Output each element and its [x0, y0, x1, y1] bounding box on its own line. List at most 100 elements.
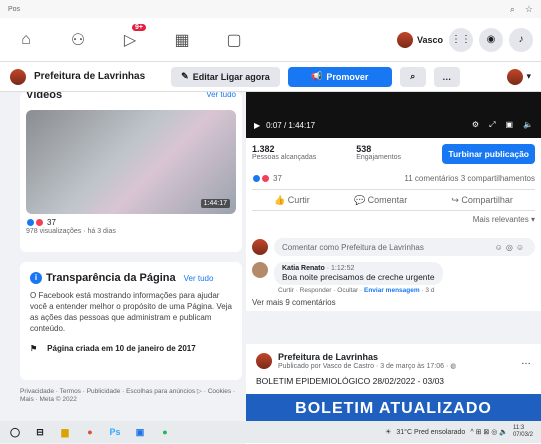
taskview-icon[interactable]: ⊟ — [33, 425, 47, 439]
post-avatar[interactable] — [256, 353, 272, 369]
marketplace-icon[interactable]: ▦ — [156, 18, 208, 62]
post-author[interactable]: Prefeitura de Lavrinhas — [278, 352, 456, 362]
commenter-avatar — [252, 239, 268, 255]
transparency-title: Transparência da Página — [46, 272, 176, 284]
comment-send-message[interactable]: Enviar mensagem — [364, 287, 420, 294]
reach-label: Pessoas alcançadas — [252, 154, 317, 161]
video-player[interactable]: ▶ 0:07 / 1:44:17 ⚙ ⤢ ▣ 🔈 — [246, 92, 541, 138]
engagement-number: 538 — [356, 144, 372, 154]
thumbs-up-icon: 👍 — [274, 194, 288, 205]
pencil-icon: ✎ — [181, 71, 189, 81]
user-name: Vasco — [416, 34, 443, 45]
comments-shares[interactable]: 11 comentários 3 compartilhamentos — [404, 174, 535, 183]
taskbar: ◯ ⊟ ▆ ● Ps ▣ ● ☀ 31°C Pred ensolarado ^ … — [0, 421, 541, 443]
avatar — [252, 262, 268, 278]
video-reactions: 37 — [47, 218, 56, 227]
globe-icon: ◍ — [450, 363, 457, 370]
videos-title: Vídeos — [26, 92, 63, 101]
home-icon[interactable]: ⌂ — [0, 18, 52, 62]
browser-bar: Pos ⌕ ☆ — [0, 0, 541, 18]
sort-relevance[interactable]: Mais relevantes ▾ — [252, 215, 535, 224]
video-duration: 1:44:17 — [200, 199, 230, 208]
transparency-card: i Transparência da Página Ver tudo O Faceb… — [20, 262, 242, 380]
ellipsis-icon: … — [442, 71, 452, 82]
transparency-body: O Facebook está mostrando informações pa… — [30, 291, 232, 333]
clock[interactable]: 11:3 07/03/2 — [513, 425, 533, 439]
app-icon[interactable]: ▣ — [133, 425, 147, 439]
notifications-icon[interactable]: ♪ — [509, 27, 533, 52]
video-thumbnail[interactable]: 1:44:17 — [26, 110, 236, 214]
post-banner[interactable]: BOLETIM ATUALIZADO — [246, 394, 541, 422]
comment-item: Katia Renato · 1:12:52 Boa noite precisa… — [252, 262, 535, 294]
chrome-icon[interactable]: ● — [83, 425, 97, 439]
messenger-icon[interactable]: ◉ — [479, 27, 503, 52]
post-meta: Publicado por Vasco de Castro · 3 de mar… — [278, 362, 456, 370]
search-button[interactable]: ⌕ — [399, 66, 426, 87]
switcher-avatar — [507, 68, 524, 85]
post-text: BOLETIM EPIDEMIOLÓGICO 28/02/2022 - 03/0… — [256, 376, 445, 386]
post-meta-text: Publicado por Vasco de Castro · 3 de mar… — [278, 363, 451, 370]
settings-icon[interactable]: ⚙ — [472, 120, 479, 130]
like-button[interactable]: 👍 Curtir — [274, 195, 310, 206]
groups-icon[interactable]: ▢ — [208, 18, 260, 62]
emoji-icons[interactable]: ☺◎☺ — [495, 243, 527, 252]
spotify-icon[interactable]: ● — [158, 425, 172, 439]
comment-hide[interactable]: Ocultar — [337, 287, 358, 294]
videos-card: Vídeos Ver tudo 1:44:17 37 978 visualizaç… — [20, 92, 242, 252]
play-icon[interactable]: ▶ — [254, 121, 260, 130]
chevron-down-icon: ▾ — [526, 71, 531, 81]
left-column: Vídeos Ver tudo 1:44:17 37 978 visualizaç… — [20, 92, 242, 403]
notification-badge: 9+ — [132, 23, 146, 31]
transparency-see-all[interactable]: Ver tudo — [184, 274, 214, 283]
explorer-icon[interactable]: ▆ — [58, 425, 72, 439]
top-nav: ⌂ ⚇ ▷ 9+ ▦ ▢ Vasco ⋮⋮ ◉ ♪ — [0, 18, 541, 62]
pip-icon[interactable]: ▣ — [505, 120, 513, 130]
page-avatar[interactable] — [10, 68, 26, 85]
tray-icons[interactable]: ^ ⊞ ⊠ ◎ 🔈 — [470, 428, 508, 436]
share-icon: ↪ — [451, 194, 462, 205]
more-button[interactable]: … — [433, 66, 460, 87]
video-icon[interactable]: ▷ 9+ — [104, 18, 156, 62]
video-views: 978 visualizações · há 3 dias — [26, 228, 116, 235]
engagement-label: Engajamentos — [356, 154, 401, 161]
reach-number: 1.382 — [252, 144, 275, 154]
comment-icon: 💬 — [353, 194, 368, 205]
comment-reply[interactable]: Responder — [300, 287, 332, 294]
weather-text[interactable]: 31°C Pred ensolarado — [396, 429, 465, 436]
comment-actions: Curtir · Responder · Ocultar · Enviar me… — [278, 287, 435, 294]
edit-button[interactable]: ✎ Editar Ligar agora — [171, 66, 280, 87]
reaction-icons — [252, 174, 270, 183]
info-icon: i — [30, 272, 42, 284]
fullscreen-icon[interactable]: ⤢ — [489, 120, 495, 130]
commenter-name[interactable]: Katia Renato — [282, 265, 325, 272]
zoom-icon[interactable]: ⌕ — [510, 4, 515, 15]
friends-icon[interactable]: ⚇ — [52, 18, 104, 62]
footer-links[interactable]: Privacidade · Termos · Publicidade · Esc… — [20, 388, 242, 404]
edit-label: Editar Ligar agora — [192, 71, 270, 82]
post-options-icon[interactable]: … — [521, 356, 531, 367]
videos-see-all[interactable]: Ver tudo — [206, 92, 236, 102]
video-time: 0:07 / 1:44:17 — [266, 121, 316, 130]
more-comments[interactable]: Ver mais 9 comentários — [252, 298, 535, 307]
comments-section: Comentar como Prefeitura de Lavrinhas ☺◎☺… — [246, 238, 541, 311]
boost-button[interactable]: Turbinar publicação — [442, 144, 535, 164]
page-switcher[interactable]: ▾ — [507, 68, 531, 85]
volume-icon[interactable]: 🔈 — [523, 120, 533, 130]
comment-input[interactable]: Comentar como Prefeitura de Lavrinhas ☺◎☺ — [274, 238, 535, 256]
promote-button[interactable]: 📢 Promover — [287, 66, 392, 87]
page-bar: Prefeitura de Lavrinhas ✎ Editar Ligar ag… — [0, 62, 541, 92]
comment-like[interactable]: Curtir — [278, 287, 294, 294]
menu-grid-icon[interactable]: ⋮⋮ — [449, 27, 473, 52]
comment-button[interactable]: 💬 Comentar — [354, 195, 407, 206]
like-label: Curtir — [287, 194, 310, 205]
flag-icon: ⚑ — [30, 344, 38, 353]
share-button[interactable]: ↪ Compartilhar — [451, 195, 513, 206]
start-icon[interactable]: ◯ — [8, 425, 22, 439]
user-profile[interactable]: Vasco — [396, 31, 443, 48]
post-reactions[interactable]: 37 — [273, 174, 282, 183]
search-icon: ⌕ — [410, 71, 416, 81]
page-name[interactable]: Prefeitura de Lavrinhas — [34, 71, 145, 82]
tab-text: Pos — [8, 5, 21, 13]
photoshop-icon[interactable]: Ps — [108, 425, 122, 439]
star-icon[interactable]: ☆ — [525, 4, 533, 15]
